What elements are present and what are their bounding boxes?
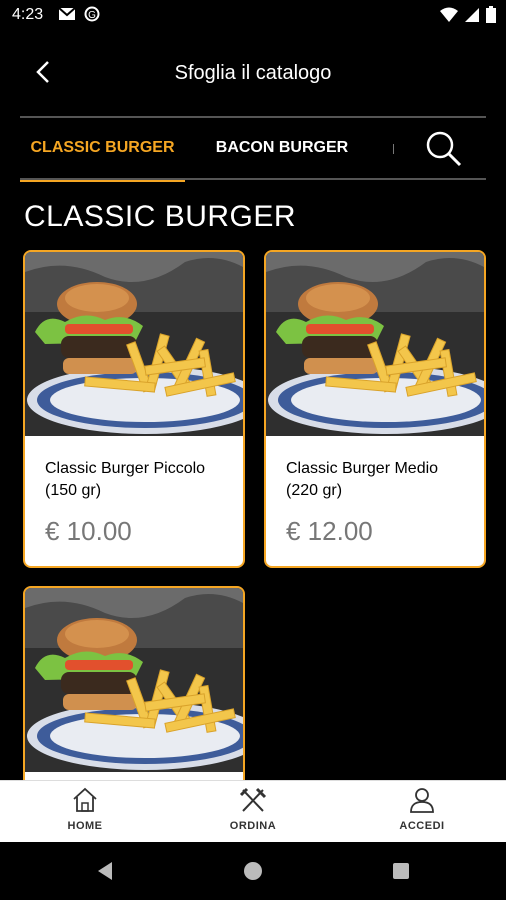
status-time: 4:23 [12, 6, 44, 23]
product-name: Classic Burger Piccolo (150 gr) [45, 460, 206, 499]
product-image [266, 252, 484, 436]
status-system-icons [440, 6, 496, 23]
wifi-icon [440, 7, 458, 22]
nav-order-label: ORDINA [229, 820, 277, 832]
recents-square-icon[interactable] [390, 860, 412, 882]
mail-icon [58, 7, 76, 20]
product-info: Classic Burger Medio (220 gr) € 12.00 [266, 436, 484, 547]
page-title: Sfoglia il catalogo [174, 62, 332, 84]
tab-divider [393, 144, 394, 154]
category-tabs: CLASSIC BURGER BACON BURGER [20, 118, 486, 182]
product-card[interactable] [23, 586, 245, 790]
nav-login[interactable]: ACCEDI [362, 787, 482, 832]
tab-classic-burger[interactable]: CLASSIC BURGER [20, 118, 185, 178]
cutlery-icon [239, 787, 267, 812]
divider [20, 178, 486, 180]
product-info: Classic Burger Piccolo (150 gr) € 10.00 [25, 436, 243, 547]
product-card[interactable]: Classic Burger Piccolo (150 gr) € 10.00 [23, 250, 245, 568]
app-header: Sfoglia il catalogo [0, 32, 506, 116]
nav-home-label: HOME [67, 820, 103, 832]
nav-home[interactable]: HOME [25, 787, 145, 832]
signal-icon [465, 7, 479, 22]
back-triangle-icon[interactable] [94, 860, 116, 882]
product-price: € 12.00 [286, 516, 373, 546]
search-icon [426, 131, 462, 167]
home-icon [73, 787, 97, 812]
product-card[interactable]: Classic Burger Medio (220 gr) € 12.00 [264, 250, 486, 568]
product-image [25, 252, 243, 436]
product-name: Classic Burger Medio (220 gr) [286, 460, 439, 499]
tab-bacon-burger[interactable]: BACON BURGER [206, 118, 358, 178]
svg-text:G: G [88, 10, 96, 21]
battery-icon [486, 6, 496, 23]
section-title: CLASSIC BURGER [24, 200, 297, 233]
status-bar: 4:23 G [0, 0, 506, 32]
search-button[interactable] [425, 130, 463, 168]
home-circle-icon[interactable] [242, 860, 264, 882]
sync-icon: G [84, 6, 100, 22]
nav-login-label: ACCEDI [399, 820, 445, 832]
user-icon [410, 788, 434, 813]
system-navigation-bar [0, 842, 506, 900]
nav-order[interactable]: ORDINA [193, 787, 313, 832]
bottom-navigation: HOME ORDINA ACCEDI [0, 780, 506, 843]
product-price: € 10.00 [45, 516, 132, 546]
status-notifications: G [58, 6, 100, 22]
product-image [25, 588, 243, 772]
